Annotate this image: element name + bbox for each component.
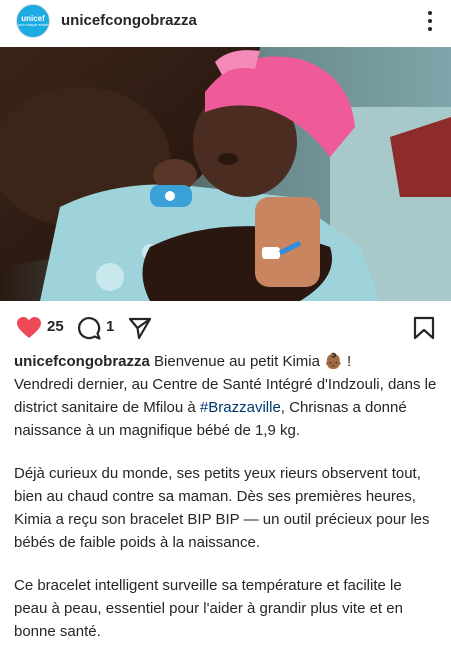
likes-count[interactable]: 25 (47, 318, 64, 335)
comment-icon[interactable] (77, 316, 101, 345)
avatar-tagline: pour chaque enfant (17, 23, 49, 27)
baby-emoji: 👶🏾 (324, 353, 343, 370)
caption-intro: Bienvenue au petit Kimia (154, 353, 320, 370)
post-header: unicef pour chaque enfant unicefcongobra… (0, 0, 451, 44)
avatar-brand: unicef (21, 14, 45, 23)
caption-intro-end: ! (347, 353, 352, 370)
post-caption: unicefcongobrazza Bienvenue au petit Kim… (14, 350, 439, 663)
caption-paragraph-2: Déjà curieux du monde, ses petits yeux r… (14, 465, 430, 551)
more-options-icon[interactable] (420, 8, 440, 34)
heart-icon[interactable] (16, 316, 42, 345)
comments-count[interactable]: 1 (106, 318, 114, 335)
post-image[interactable] (0, 47, 451, 301)
caption-username[interactable]: unicefcongobrazza (14, 353, 150, 370)
share-icon[interactable] (128, 316, 152, 345)
hashtag-link[interactable]: #Brazzaville (200, 399, 281, 416)
avatar[interactable]: unicef pour chaque enfant (16, 4, 50, 38)
bookmark-icon[interactable] (413, 316, 435, 345)
post-username[interactable]: unicefcongobrazza (61, 12, 197, 29)
caption-paragraph-3: Ce bracelet intelligent surveille sa tem… (14, 577, 403, 640)
action-bar: 25 1 (0, 312, 451, 342)
caption-paragraph-1: unicefcongobrazza Bienvenue au petit Kim… (14, 350, 439, 442)
